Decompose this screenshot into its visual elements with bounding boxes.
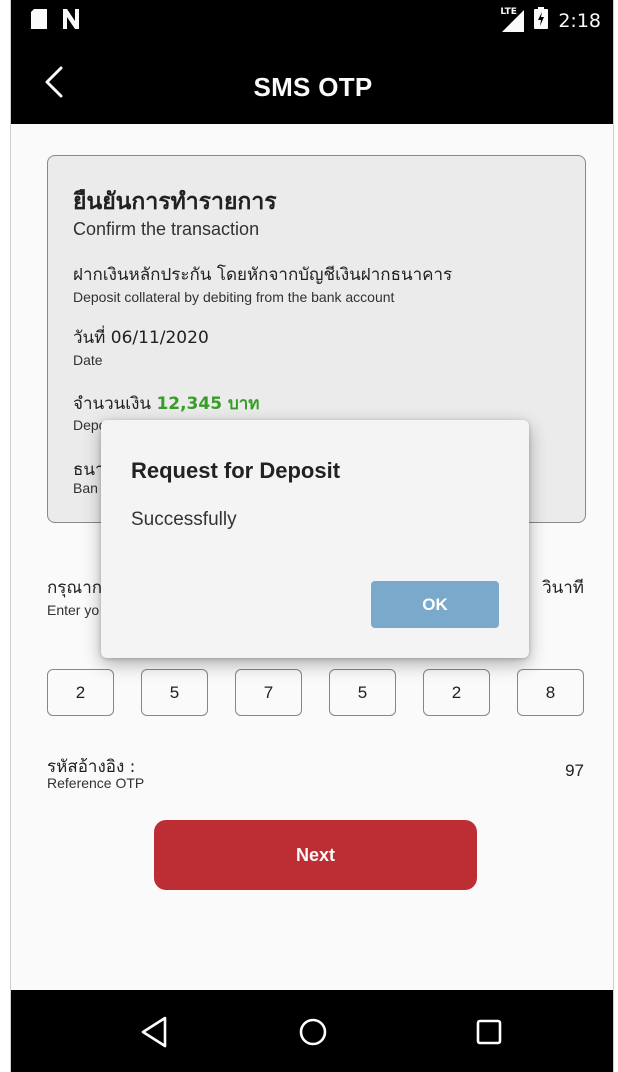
nav-back-button[interactable] bbox=[137, 1014, 173, 1050]
alert-dialog: Request for Deposit Successfully OK bbox=[101, 420, 529, 658]
home-circle-icon bbox=[299, 1018, 327, 1046]
system-nav-bar bbox=[11, 990, 613, 1072]
dialog-message: Successfully bbox=[131, 509, 237, 530]
ok-button[interactable]: OK bbox=[371, 581, 499, 628]
recents-square-icon bbox=[476, 1019, 502, 1045]
nav-recents-button[interactable] bbox=[471, 1014, 507, 1050]
back-triangle-icon bbox=[141, 1016, 167, 1048]
dialog-title: Request for Deposit bbox=[131, 458, 341, 483]
nav-home-button[interactable] bbox=[295, 1014, 331, 1050]
phone-screen: LTE 2:18 SMS OTP ยืนยันการทำรายการ Confi… bbox=[10, 0, 614, 1072]
